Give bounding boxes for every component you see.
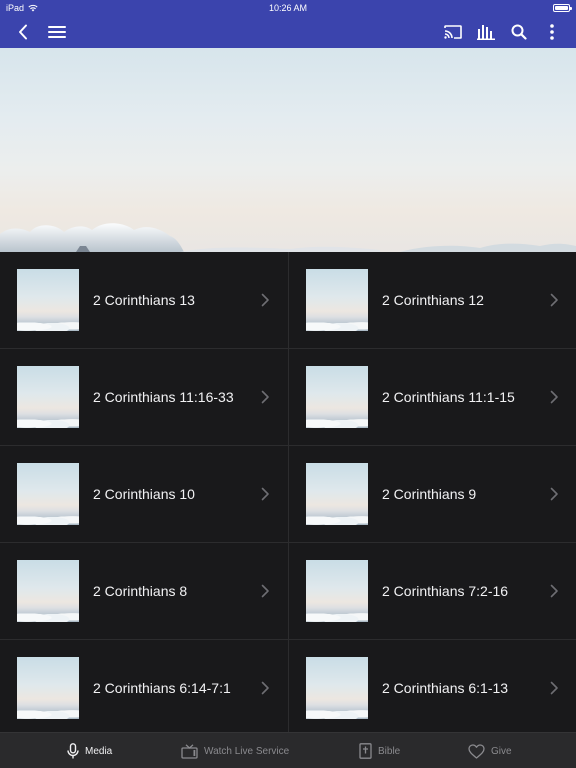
sermon-item[interactable]: 2 Corinthians 8: [0, 543, 288, 640]
sermon-item[interactable]: 2 Corinthians 12: [288, 252, 576, 349]
sermon-thumbnail: [306, 366, 368, 428]
tab-bar: Media Watch Live Service Bible Give: [0, 732, 576, 768]
tv-icon: [181, 743, 198, 759]
audio-bars-icon: [477, 25, 495, 40]
sky-clouds-image: [0, 223, 576, 252]
chevron-right-icon: [550, 293, 558, 307]
sermon-item[interactable]: 2 Corinthians 11:1-15: [288, 349, 576, 446]
hero-banner: [0, 48, 576, 252]
sermon-thumbnail: [17, 657, 79, 719]
tab-media-label: Media: [85, 745, 113, 757]
bible-icon: [359, 743, 372, 759]
cast-icon: [444, 25, 462, 39]
tab-give[interactable]: Give: [468, 733, 512, 768]
chevron-right-icon: [550, 487, 558, 501]
cast-button[interactable]: [439, 18, 467, 46]
sermon-thumbnail: [17, 269, 79, 331]
chevron-right-icon: [550, 681, 558, 695]
sermon-item[interactable]: 2 Corinthians 10: [0, 446, 288, 543]
sermon-title: 2 Corinthians 9: [382, 486, 477, 502]
heart-icon: [468, 743, 485, 759]
hamburger-menu-icon: [48, 26, 66, 38]
chevron-right-icon: [261, 681, 269, 695]
battery-icon: [553, 4, 572, 12]
chevron-right-icon: [261, 584, 269, 598]
sermon-item[interactable]: 2 Corinthians 11:16-33: [0, 349, 288, 446]
sermon-grid: 2 Corinthians 13 2 Corinthians 12 2 Cori…: [0, 252, 576, 732]
chevron-right-icon: [550, 584, 558, 598]
sermon-title: 2 Corinthians 6:14-7:1: [93, 680, 231, 696]
sermon-title: 2 Corinthians 6:1-13: [382, 680, 509, 696]
status-time: 10:26 AM: [268, 3, 308, 13]
tab-bible-label: Bible: [378, 745, 401, 757]
menu-button[interactable]: [43, 18, 71, 46]
sermon-item[interactable]: 2 Corinthians 7:2-16: [288, 543, 576, 640]
more-vertical-icon: [550, 24, 554, 40]
search-icon: [511, 24, 527, 40]
app-bar: [0, 16, 576, 48]
sermon-title: 2 Corinthians 11:16-33: [93, 389, 234, 405]
sermon-thumbnail: [17, 366, 79, 428]
sermon-title: 2 Corinthians 7:2-16: [382, 583, 509, 599]
microphone-icon: [67, 743, 79, 759]
sermon-title: 2 Corinthians 11:1-15: [382, 389, 515, 405]
sermon-thumbnail: [306, 560, 368, 622]
chevron-right-icon: [261, 390, 269, 404]
chevron-right-icon: [550, 390, 558, 404]
sermon-thumbnail: [17, 560, 79, 622]
sermon-title: 2 Corinthians 13: [93, 292, 195, 308]
tab-give-label: Give: [491, 745, 512, 757]
sermon-item[interactable]: 2 Corinthians 6:1-13: [288, 640, 576, 732]
sermon-item[interactable]: 2 Corinthians 13: [0, 252, 288, 349]
chevron-right-icon: [261, 293, 269, 307]
sermon-thumbnail: [306, 269, 368, 331]
status-bar: iPad 10:26 AM: [0, 0, 576, 16]
audio-button[interactable]: [472, 18, 500, 46]
search-button[interactable]: [505, 18, 533, 46]
sermon-item[interactable]: 2 Corinthians 9: [288, 446, 576, 543]
chevron-right-icon: [261, 487, 269, 501]
sermon-title: 2 Corinthians 12: [382, 292, 484, 308]
sermon-thumbnail: [306, 657, 368, 719]
sermon-thumbnail: [17, 463, 79, 525]
more-button[interactable]: [538, 18, 566, 46]
sermon-thumbnail: [306, 463, 368, 525]
tab-watch-live-service[interactable]: Watch Live Service: [181, 733, 289, 768]
back-button[interactable]: [9, 18, 37, 46]
tab-media[interactable]: Media: [67, 733, 112, 768]
tab-bible[interactable]: Bible: [359, 733, 400, 768]
tab-watch-live-service-label: Watch Live Service: [204, 745, 290, 757]
sermon-title: 2 Corinthians 8: [93, 583, 188, 599]
sermon-title: 2 Corinthians 10: [93, 486, 195, 502]
sermon-item[interactable]: 2 Corinthians 6:14-7:1: [0, 640, 288, 732]
chevron-left-icon: [19, 24, 27, 40]
